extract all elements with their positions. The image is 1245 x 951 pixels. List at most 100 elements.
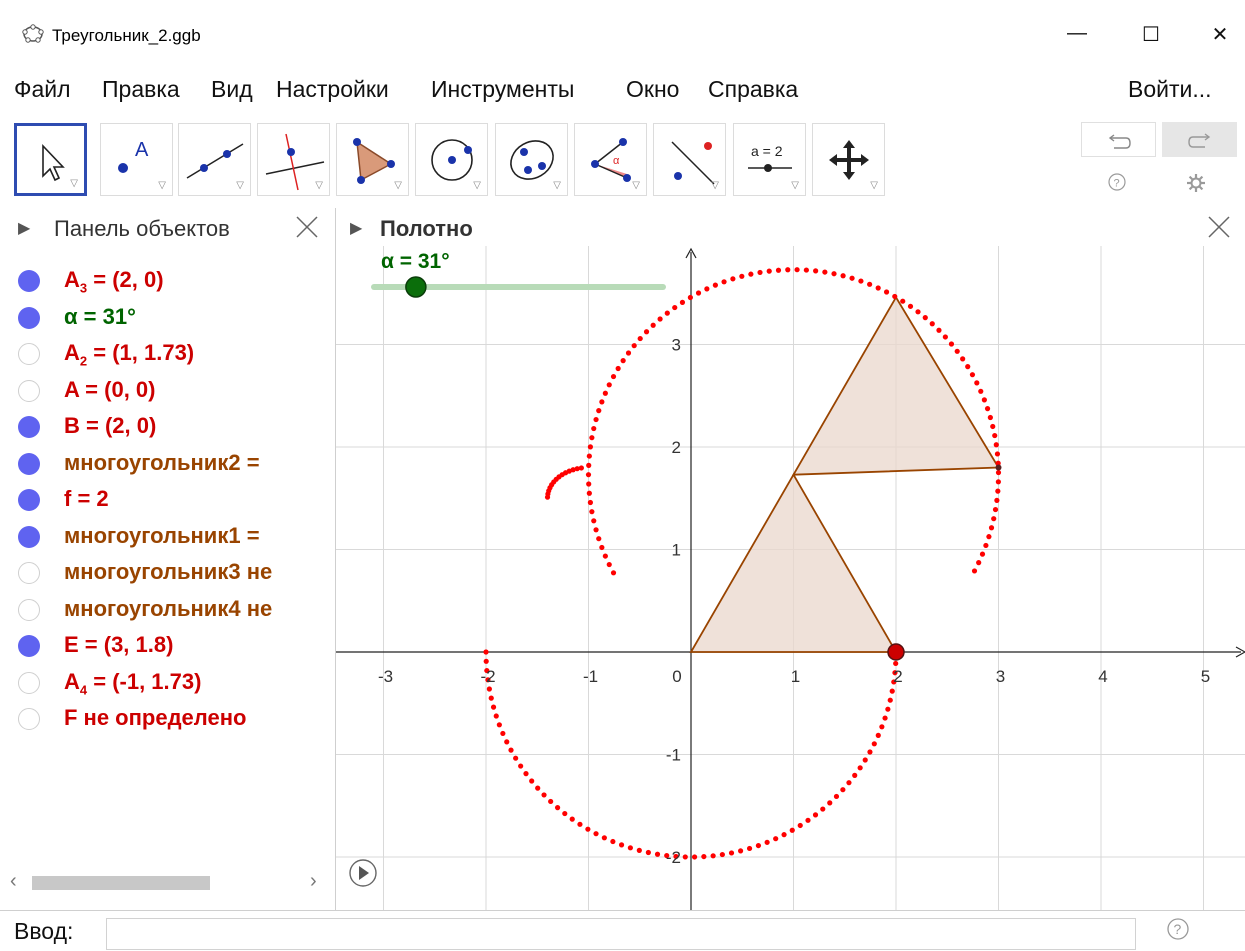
algebra-item[interactable]: A2 = (1, 1.73) xyxy=(0,335,335,369)
algebra-item[interactable]: f = 2 xyxy=(0,481,335,515)
input-field[interactable] xyxy=(106,918,1136,950)
visibility-toggle[interactable] xyxy=(18,306,40,329)
locus-point xyxy=(852,772,858,778)
locus-point xyxy=(990,423,996,430)
line-tool-button[interactable]: ▽ xyxy=(178,123,251,196)
algebra-item[interactable]: многоугольник4 не xyxy=(0,591,335,625)
scroll-left-icon[interactable]: ‹ xyxy=(10,870,17,893)
help-icon[interactable]: ? xyxy=(1107,172,1127,197)
locus-point xyxy=(766,268,772,274)
locus-point xyxy=(535,785,541,791)
point-b[interactable] xyxy=(887,643,905,661)
geogebra-app-icon xyxy=(22,24,44,49)
undo-button[interactable] xyxy=(1081,122,1156,157)
point-e[interactable] xyxy=(995,464,1002,471)
minimize-button[interactable]: — xyxy=(1062,22,1092,45)
graphics-panel-title: Полотно xyxy=(380,216,473,241)
algebra-item-text[interactable]: f = 2 xyxy=(64,486,109,512)
visibility-toggle[interactable] xyxy=(18,671,40,694)
move-tool-button[interactable]: ▽ xyxy=(14,123,87,196)
close-graphics-panel-icon[interactable] xyxy=(1204,212,1234,247)
x-tick-label: 3 xyxy=(996,667,1005,686)
locus-point xyxy=(719,851,725,858)
algebra-item[interactable]: многоугольник3 не xyxy=(0,554,335,588)
close-window-button[interactable]: ✕ xyxy=(1205,22,1235,47)
menu-settings[interactable]: Настройки xyxy=(276,76,389,103)
algebra-item[interactable]: F не определено xyxy=(0,700,335,734)
visibility-toggle[interactable] xyxy=(18,452,40,475)
algebra-horizontal-scrollbar[interactable]: ‹ › xyxy=(10,870,328,896)
locus-point xyxy=(915,309,921,315)
close-algebra-panel-icon[interactable] xyxy=(292,212,322,247)
algebra-item-text[interactable]: A = (0, 0) xyxy=(64,377,156,403)
menu-window[interactable]: Окно xyxy=(626,76,679,103)
algebra-item-text[interactable]: многоугольник1 = xyxy=(64,523,260,549)
algebra-item[interactable]: многоугольник1 = xyxy=(0,518,335,552)
angle-tool-button[interactable]: α ▽ xyxy=(574,123,647,196)
graphics-view[interactable]: -3 -2 -1 0 1 2 3 4 5 3 2 1 -1 -2 α = 31° xyxy=(336,246,1245,910)
reflect-tool-button[interactable]: ▽ xyxy=(653,123,726,196)
alpha-slider-knob[interactable] xyxy=(405,276,427,298)
visibility-toggle[interactable] xyxy=(18,489,40,511)
visibility-toggle[interactable] xyxy=(18,343,40,365)
menu-file[interactable]: Файл xyxy=(14,76,71,103)
scroll-right-icon[interactable]: › xyxy=(310,870,317,893)
visibility-toggle[interactable] xyxy=(18,525,40,548)
algebra-panel-toggle[interactable]: ▶ xyxy=(18,218,30,238)
menu-help[interactable]: Справка xyxy=(708,76,798,103)
algebra-item-text[interactable]: A3 = (2, 0) xyxy=(64,267,164,295)
point-tool-button[interactable]: A ▽ xyxy=(100,123,173,196)
menu-view[interactable]: Вид xyxy=(211,76,253,103)
locus-point xyxy=(577,821,583,827)
visibility-toggle[interactable] xyxy=(18,416,40,438)
algebra-item-text[interactable]: α = 31° xyxy=(64,304,136,330)
redo-button[interactable] xyxy=(1162,122,1237,157)
circle-tool-button[interactable]: ▽ xyxy=(415,123,488,196)
visibility-toggle[interactable] xyxy=(18,562,40,584)
polygon-tool-button[interactable]: ▽ xyxy=(336,123,409,196)
chevron-down-icon: ▽ xyxy=(70,178,78,189)
visibility-toggle[interactable] xyxy=(18,635,40,657)
visibility-toggle[interactable] xyxy=(18,598,40,621)
locus-point xyxy=(518,763,524,769)
graphics-canvas[interactable]: -3 -2 -1 0 1 2 3 4 5 3 2 1 -1 -2 α = 31° xyxy=(336,246,1245,910)
algebra-item-text[interactable]: F не определено xyxy=(64,705,246,731)
algebra-item[interactable]: многоугольник2 = xyxy=(0,445,335,479)
algebra-item[interactable]: E = (3, 1.8) xyxy=(0,627,335,661)
algebra-item[interactable]: A4 = (-1, 1.73) xyxy=(0,664,335,698)
triangle-polygon2[interactable] xyxy=(791,295,1001,476)
login-link[interactable]: Войти... xyxy=(1128,76,1212,103)
algebra-item-text[interactable]: многоугольник2 = xyxy=(64,450,260,476)
algebra-item-text[interactable]: B = (2, 0) xyxy=(64,413,156,439)
menu-tools[interactable]: Инструменты xyxy=(431,76,574,103)
visibility-toggle[interactable] xyxy=(18,379,40,402)
ellipse-tool-button[interactable]: ▽ xyxy=(495,123,568,196)
perpendicular-tool-button[interactable]: ▽ xyxy=(257,123,330,196)
slider-tool-button[interactable]: a = 2 ▽ xyxy=(733,123,806,196)
visibility-toggle[interactable] xyxy=(18,270,40,292)
algebra-item[interactable]: A3 = (2, 0) xyxy=(0,262,335,296)
algebra-item[interactable]: B = (2, 0) xyxy=(0,408,335,442)
scroll-thumb[interactable] xyxy=(32,876,210,890)
locus-point xyxy=(755,842,762,849)
algebra-item-text[interactable]: A4 = (-1, 1.73) xyxy=(64,669,201,697)
algebra-item[interactable]: A = (0, 0) xyxy=(0,372,335,406)
algebra-item-text[interactable]: A2 = (1, 1.73) xyxy=(64,340,194,368)
menu-edit[interactable]: Правка xyxy=(102,76,180,103)
graphics-panel-toggle[interactable]: ▶ xyxy=(350,218,362,238)
gear-icon[interactable] xyxy=(1185,172,1207,199)
locus-point xyxy=(739,273,745,279)
triangle-polygon1[interactable] xyxy=(689,472,898,653)
move-graphics-tool-button[interactable]: ▽ xyxy=(812,123,885,196)
svg-text:α: α xyxy=(613,155,620,167)
locus-point xyxy=(548,798,554,805)
algebra-item-text[interactable]: E = (3, 1.8) xyxy=(64,632,173,658)
input-help-icon[interactable]: ? xyxy=(1165,916,1191,948)
input-label: Ввод: xyxy=(14,918,74,944)
maximize-button[interactable]: ☐ xyxy=(1136,22,1166,47)
algebra-item-text[interactable]: многоугольник4 не xyxy=(64,596,272,622)
algebra-item[interactable]: α = 31° xyxy=(0,299,335,333)
locus-point xyxy=(797,822,803,829)
algebra-item-text[interactable]: многоугольник3 не xyxy=(64,559,272,585)
visibility-toggle[interactable] xyxy=(18,708,40,730)
